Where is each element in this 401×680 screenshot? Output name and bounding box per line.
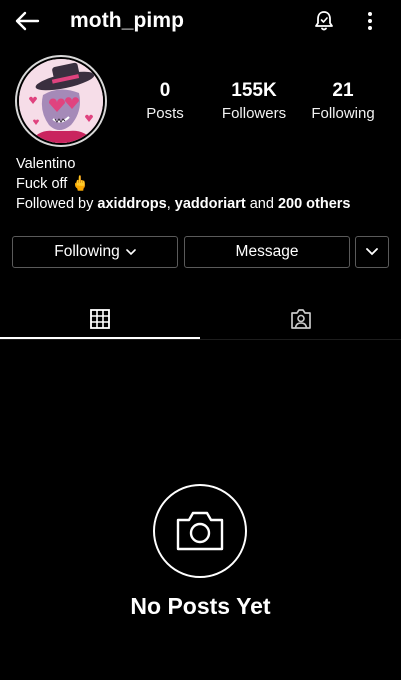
followed-by-and: and bbox=[249, 196, 274, 212]
grid-icon bbox=[90, 309, 110, 329]
avatar-image bbox=[19, 59, 103, 143]
tagged-person-icon bbox=[290, 308, 312, 330]
following-button[interactable]: Following bbox=[12, 236, 178, 268]
avatar[interactable] bbox=[15, 55, 107, 147]
tab-tagged[interactable] bbox=[201, 298, 401, 340]
back-arrow-icon[interactable] bbox=[12, 8, 42, 34]
followers-stat[interactable]: 155K Followers bbox=[204, 80, 304, 124]
chevron-down-icon bbox=[366, 248, 378, 256]
following-stat[interactable]: 21 Following bbox=[293, 80, 393, 124]
followers-label: Followers bbox=[221, 105, 287, 122]
followed-by-line[interactable]: Followed by axiddrops, yaddoriart and 20… bbox=[16, 194, 386, 214]
followed-by-others[interactable]: 200 others bbox=[278, 196, 351, 212]
following-label: Following bbox=[311, 105, 375, 122]
followed-by-prefix: Followed by bbox=[16, 196, 94, 212]
profile-bio: Valentino Fuck off 🖕 Followed by axiddro… bbox=[16, 154, 386, 214]
following-count: 21 bbox=[332, 80, 354, 101]
profile-page: moth_pimp 0 Posts 155K Followers 21 Foll… bbox=[0, 0, 401, 680]
followed-by-user-2[interactable]: yaddoriart bbox=[175, 196, 246, 212]
posts-label: Posts bbox=[146, 105, 184, 122]
following-button-label: Following bbox=[54, 243, 120, 260]
followed-by-separator: , bbox=[166, 196, 171, 212]
notification-bell-icon[interactable] bbox=[310, 7, 338, 35]
bio-text: Fuck off bbox=[16, 176, 68, 192]
suggested-users-button[interactable] bbox=[355, 236, 389, 268]
posts-stat[interactable]: 0 Posts bbox=[115, 80, 215, 124]
posts-count: 0 bbox=[159, 80, 171, 101]
empty-state-title: No Posts Yet bbox=[130, 593, 271, 619]
profile-display-name: Valentino bbox=[16, 156, 76, 172]
followers-count: 155K bbox=[231, 80, 277, 101]
message-button[interactable]: Message bbox=[184, 236, 350, 268]
empty-state-circle bbox=[153, 484, 247, 578]
bio-text-line: Fuck off 🖕 bbox=[16, 174, 386, 194]
tab-posts-grid[interactable] bbox=[0, 298, 200, 340]
more-options-icon[interactable] bbox=[358, 7, 382, 35]
followed-by-user-1[interactable]: axiddrops bbox=[97, 196, 166, 212]
profile-tabs bbox=[0, 298, 401, 340]
top-bar: moth_pimp bbox=[0, 0, 401, 42]
profile-username: moth_pimp bbox=[70, 9, 185, 32]
message-button-label: Message bbox=[235, 243, 299, 260]
tab-divider bbox=[0, 339, 401, 340]
camera-icon bbox=[174, 510, 226, 552]
bio-emoji: 🖕 bbox=[71, 176, 90, 192]
chevron-down-icon bbox=[125, 248, 136, 256]
